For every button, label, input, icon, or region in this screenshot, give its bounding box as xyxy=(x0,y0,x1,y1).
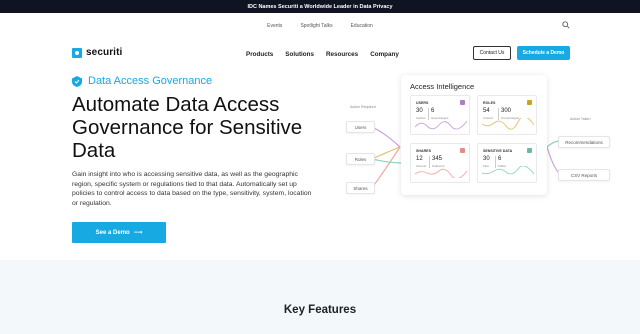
nav-item-solutions[interactable]: Solutions xyxy=(285,51,314,58)
hero-headline: Automate Data Access Governance for Sens… xyxy=(72,93,303,162)
pill-shares: Shares xyxy=(346,182,375,194)
role-badge-icon xyxy=(527,100,532,105)
card-title: Access Intelligence xyxy=(410,82,475,91)
tile-value: 30 xyxy=(483,156,490,162)
nav-item-products[interactable]: Products xyxy=(246,51,273,58)
tile-label: SENSITIVE DATA xyxy=(483,149,513,153)
tile-value: 54 xyxy=(483,108,490,114)
sparkline xyxy=(415,120,467,130)
see-demo-label: See a Demo xyxy=(95,229,130,236)
hero-section: Data Access Governance Automate Data Acc… xyxy=(0,67,640,274)
schedule-demo-button[interactable]: Schedule a Demo xyxy=(517,46,570,60)
main-menu: Products Solutions Resources Company xyxy=(246,51,399,58)
main-nav: securiti Products Solutions Resources Co… xyxy=(0,39,640,67)
nav-item-resources[interactable]: Resources xyxy=(326,51,358,58)
announcement-text[interactable]: IDC Names Securiti a Worldwide Leader in… xyxy=(247,4,392,10)
tile-label: USERS xyxy=(416,101,429,105)
data-badge-icon xyxy=(527,148,532,153)
sparkline xyxy=(415,168,467,178)
tile-users: USERS 30 Inactive 6 Geoprivileged xyxy=(410,95,470,135)
tile-shares: SHARES 12 Inbound 345 Outbound xyxy=(410,143,470,183)
tile-value: 300 xyxy=(501,108,512,114)
securiti-logo-icon xyxy=(72,47,82,58)
share-badge-icon xyxy=(460,148,465,153)
sparkline xyxy=(482,166,534,175)
tile-value: 30 xyxy=(416,108,423,114)
tile-label: ROLES xyxy=(483,101,496,105)
contact-us-button[interactable]: Contact Us xyxy=(473,46,511,60)
brand-name: securiti xyxy=(86,47,123,58)
brand-logo[interactable]: securiti xyxy=(72,47,122,58)
search-icon[interactable] xyxy=(562,21,570,29)
access-intelligence-card: Access Intelligence USERS 30 Inactive 6 … xyxy=(401,75,547,195)
pill-roles: Roles xyxy=(346,153,375,165)
tile-label: SHARES xyxy=(416,149,431,153)
hero-eyebrow: Data Access Governance xyxy=(72,75,212,87)
pill-csv-reports: CSV Reports xyxy=(558,169,610,181)
tile-sensitive-data: SENSITIVE DATA 30 Files 6 Tables xyxy=(477,143,537,183)
utility-nav: Events Spotlight Talks Education xyxy=(0,13,640,39)
tile-value: 6 xyxy=(431,108,435,114)
sparkline xyxy=(482,118,534,130)
tile-roles: ROLES 54 Unused 300 Overprivileged xyxy=(477,95,537,135)
tile-value: 12 xyxy=(416,156,423,162)
key-features-section: Key Features xyxy=(0,260,640,334)
pill-recommendations: Recommendations xyxy=(558,136,610,148)
arrow-right-icon: ⟶ xyxy=(133,230,143,236)
tile-value: 6 xyxy=(498,156,502,162)
eyebrow-label: Data Access Governance xyxy=(88,75,213,87)
nav-item-company[interactable]: Company xyxy=(370,51,399,58)
utility-link-spotlight-talks[interactable]: Spotlight Talks xyxy=(300,23,332,29)
hero-description: Gain insight into who is accessing sensi… xyxy=(72,171,312,207)
user-badge-icon xyxy=(460,100,465,105)
utility-link-education[interactable]: Education xyxy=(351,23,373,29)
action-required-title: Action Required xyxy=(350,105,376,109)
shield-icon xyxy=(72,75,82,87)
see-demo-button[interactable]: See a Demo ⟶ xyxy=(72,222,166,243)
tile-value: 345 xyxy=(432,156,443,162)
access-intelligence-illustration: Action Required Users Roles Shares Actio… xyxy=(340,75,620,225)
action-taken-title: Action Taken xyxy=(570,117,591,121)
announcement-bar[interactable]: IDC Names Securiti a Worldwide Leader in… xyxy=(0,0,640,13)
key-features-title: Key Features xyxy=(283,304,357,316)
utility-link-events[interactable]: Events xyxy=(267,23,282,29)
pill-users: Users xyxy=(346,121,375,133)
